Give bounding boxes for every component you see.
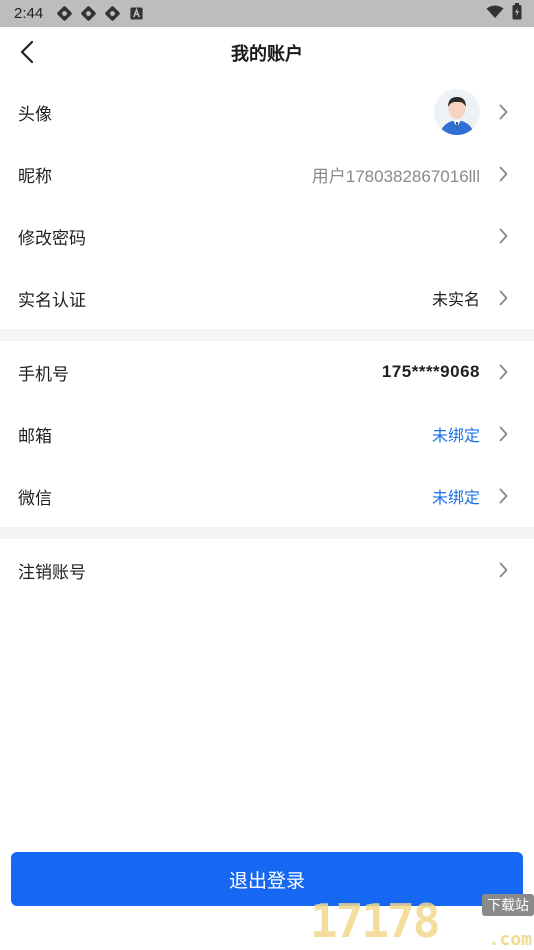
chevron-right-icon (496, 104, 510, 120)
chevron-right-icon (496, 426, 510, 442)
wechat-row[interactable]: 微信 未绑定 (0, 465, 534, 527)
avatar-label: 头像 (18, 104, 52, 125)
wechat-row-right: 未绑定 (432, 484, 510, 508)
realname-auth-value: 未实名 (431, 290, 480, 309)
cancel-account-label: 注销账号 (18, 562, 86, 583)
wechat-value: 未绑定 (431, 488, 480, 507)
status-right-icons (486, 3, 522, 24)
battery-icon (512, 3, 522, 24)
avatar[interactable] (434, 89, 480, 135)
wechat-label: 微信 (18, 488, 52, 509)
chevron-right-icon (496, 166, 510, 182)
nickname-value: 用户1780382867016lll (311, 166, 480, 186)
nickname-row-right: 用户1780382867016lll (312, 162, 510, 187)
phone-value: 175****9068 (381, 362, 480, 381)
realname-auth-row-right: 未实名 (432, 286, 510, 310)
section-divider (0, 329, 534, 341)
change-password-row-right (496, 228, 510, 244)
notification-icon (57, 6, 72, 21)
notification-icon (81, 6, 96, 21)
email-row[interactable]: 邮箱 未绑定 (0, 403, 534, 465)
avatar-row-right (434, 89, 510, 135)
realname-auth-label: 实名认证 (18, 290, 86, 311)
wifi-icon (486, 4, 504, 23)
back-button[interactable] (12, 39, 42, 69)
nickname-row[interactable]: 昵称 用户1780382867016lll (0, 143, 534, 205)
email-value: 未绑定 (431, 426, 480, 445)
chevron-right-icon (496, 290, 510, 306)
accessibility-icon (129, 6, 144, 21)
chevron-right-icon (496, 364, 510, 380)
nav-bar: 我的账户 (0, 27, 534, 79)
phone-row[interactable]: 手机号 175****9068 (0, 341, 534, 403)
watermark-number: 17178 (310, 894, 440, 948)
cancel-account-row-right (496, 562, 510, 578)
section-divider (0, 527, 534, 539)
chevron-left-icon (20, 40, 34, 68)
change-password-label: 修改密码 (18, 228, 86, 249)
watermark-logo: 17178 下载站 .com (310, 892, 534, 950)
nickname-label: 昵称 (18, 166, 52, 187)
status-bar: 2:44 (0, 0, 534, 27)
page-title: 我的账户 (231, 44, 303, 65)
phone-row-right: 175****9068 (382, 362, 510, 382)
chevron-right-icon (496, 488, 510, 504)
avatar-row[interactable]: 头像 (0, 81, 534, 143)
chevron-right-icon (496, 228, 510, 244)
email-label: 邮箱 (18, 426, 52, 447)
change-password-row[interactable]: 修改密码 (0, 205, 534, 267)
realname-auth-row[interactable]: 实名认证 未实名 (0, 267, 534, 329)
status-left-icons (57, 6, 144, 21)
phone-label: 手机号 (18, 364, 69, 385)
cancel-account-row[interactable]: 注销账号 (0, 539, 534, 601)
email-row-right: 未绑定 (432, 422, 510, 446)
chevron-right-icon (496, 562, 510, 578)
watermark-domain: .com (488, 929, 532, 950)
notification-icon (105, 6, 120, 21)
status-time: 2:44 (14, 5, 44, 22)
watermark-download-label: 下载站 (482, 894, 534, 916)
